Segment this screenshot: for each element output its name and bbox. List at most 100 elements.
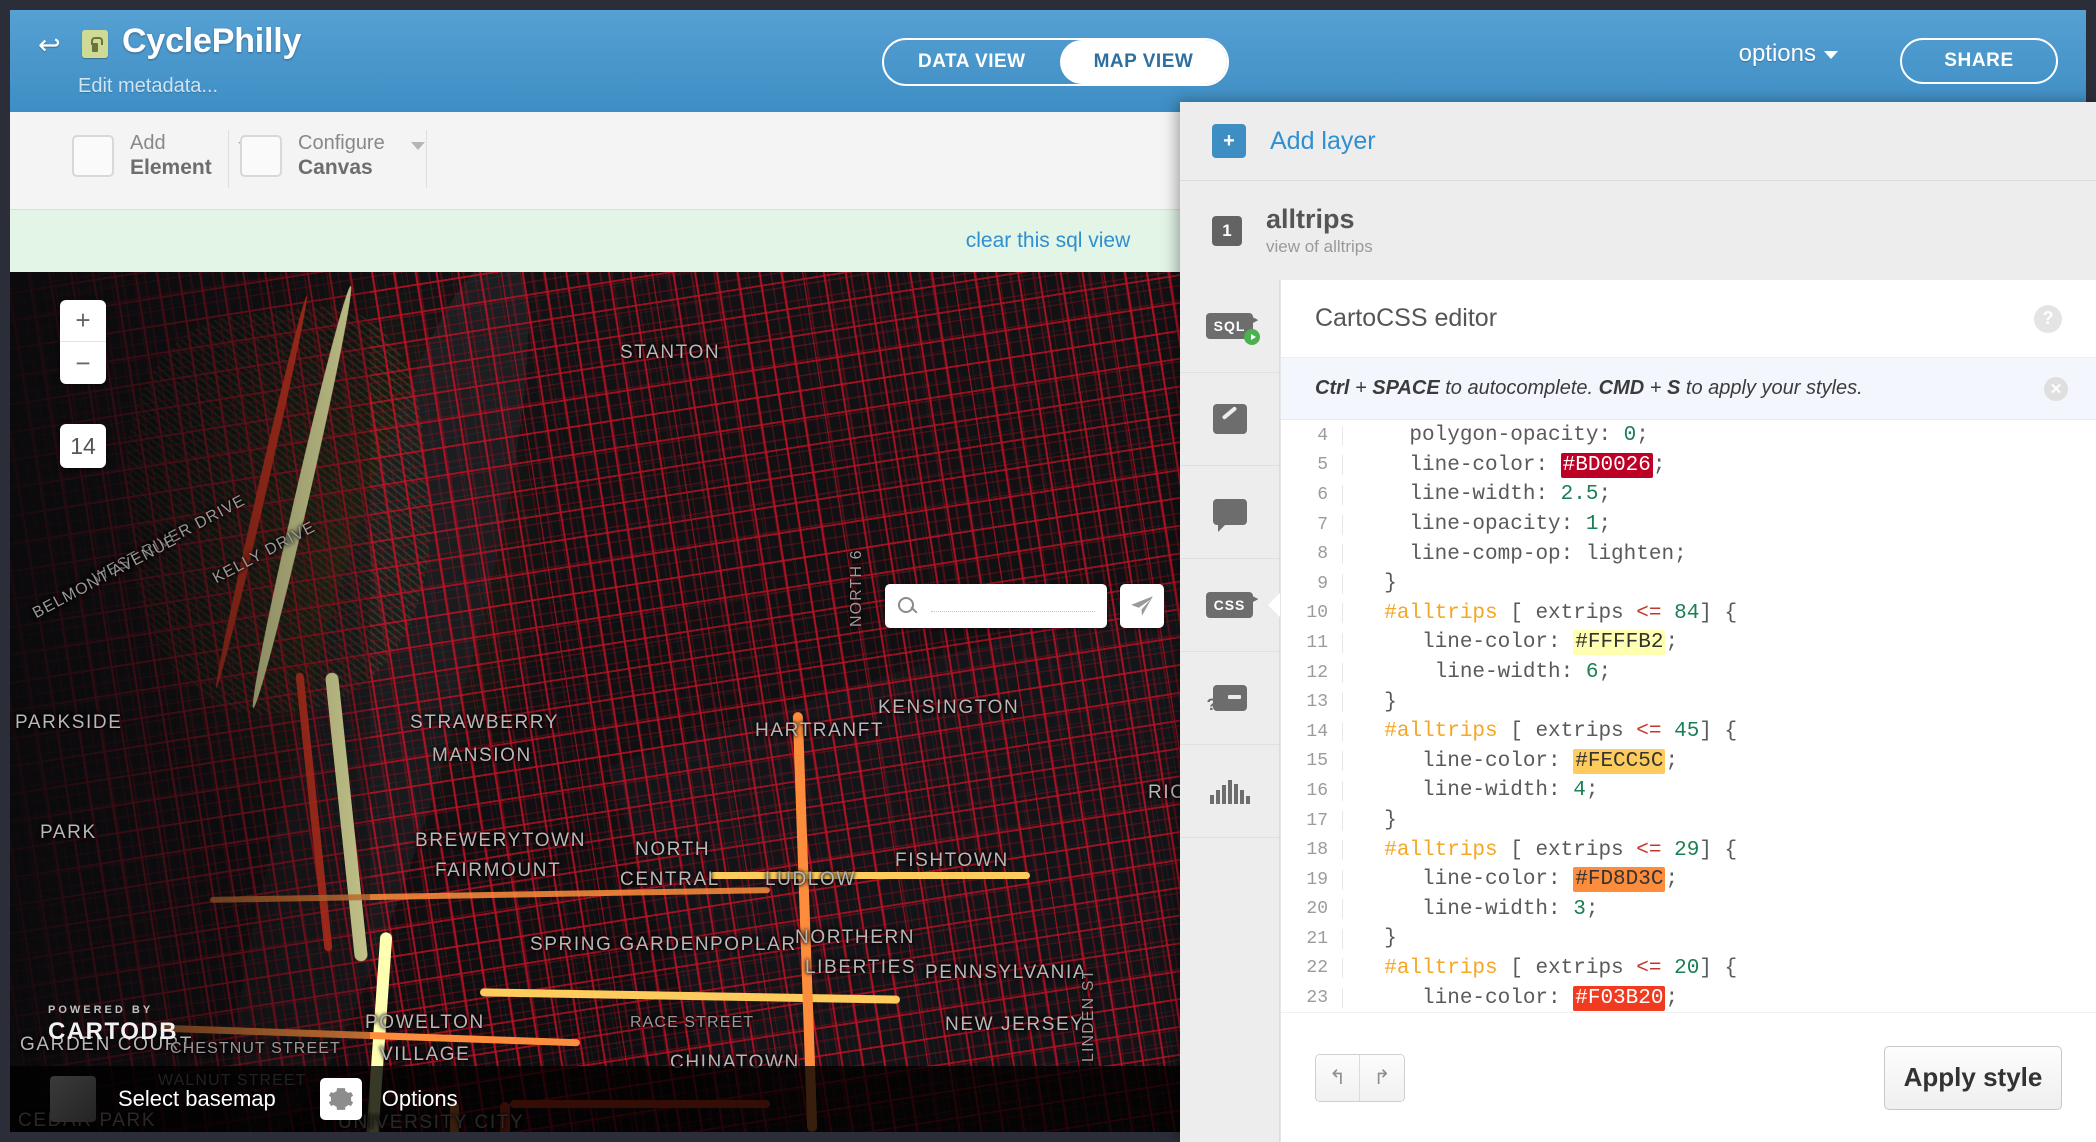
- cartocss-code-area[interactable]: 4 polygon-opacity: 0; 5 line-color: #BD00…: [1281, 421, 2096, 1012]
- page-title: CyclePhilly: [122, 22, 302, 60]
- sidebar-item-wizard[interactable]: [1180, 373, 1279, 466]
- code-line-content[interactable]: line-width: 4;: [1343, 779, 1598, 802]
- code-line-content[interactable]: line-color: #F03B20;: [1343, 985, 1679, 1011]
- code-line-number: 13: [1281, 692, 1343, 713]
- map-place-label: BREWERYTOWN: [415, 830, 587, 851]
- sidebar-item-css[interactable]: CSS: [1180, 559, 1280, 652]
- code-line[interactable]: 23 line-color: #F03B20;: [1281, 983, 2096, 1012]
- code-line[interactable]: 19 line-color: #FD8D3C;: [1281, 865, 2096, 895]
- code-line-content[interactable]: line-comp-op: lighten;: [1343, 543, 1686, 566]
- code-line-content[interactable]: #alltrips [ extrips <= 84] {: [1343, 602, 1737, 625]
- apply-style-button[interactable]: Apply style: [1884, 1045, 2062, 1110]
- code-token: line-width:: [1434, 661, 1586, 685]
- code-line-content[interactable]: line-width: 2.5;: [1343, 483, 1611, 506]
- code-line[interactable]: 15 line-color: #FECC5C;: [1281, 747, 2096, 777]
- code-line-content[interactable]: }: [1343, 809, 1397, 832]
- code-line[interactable]: 4 polygon-opacity: 0;: [1281, 421, 2096, 451]
- map-place-label: STRAWBERRY: [410, 712, 560, 733]
- code-line-content[interactable]: line-width: 6;: [1343, 661, 1611, 684]
- redo-arrow-icon[interactable]: ↱: [1360, 1054, 1404, 1101]
- add-element-control[interactable]: Add Element: [72, 132, 252, 180]
- clear-sql-view-link[interactable]: clear this sql view: [966, 229, 1131, 253]
- code-line[interactable]: 13 }: [1281, 687, 2096, 717]
- code-line[interactable]: 6 line-width: 2.5;: [1281, 480, 2096, 510]
- code-line-content[interactable]: line-color: #BD0026;: [1343, 452, 1665, 478]
- histogram-icon: [1209, 778, 1250, 804]
- code-token: [ extrips: [1497, 838, 1637, 862]
- add-layer-row[interactable]: + Add layer: [1180, 102, 2096, 180]
- select-basemap-button[interactable]: Select basemap: [118, 1086, 276, 1112]
- code-line[interactable]: 8 line-comp-op: lighten;: [1281, 539, 2096, 569]
- editor-header: CartoCSS editor ?: [1281, 280, 2096, 358]
- code-line-content[interactable]: polygon-opacity: 0;: [1343, 424, 1648, 447]
- sidebar-item-sql[interactable]: SQL: [1180, 280, 1279, 373]
- sidebar-item-infowindow[interactable]: ?: [1180, 652, 1279, 745]
- layer-item-alltrips[interactable]: 1 alltrips view of alltrips: [1180, 180, 2096, 280]
- code-line-content[interactable]: line-color: #FECC5C;: [1343, 748, 1678, 774]
- configure-canvas-control[interactable]: Configure Canvas: [240, 132, 425, 180]
- color-swatch-token: #BD0026: [1560, 452, 1653, 478]
- basemap-thumbnail[interactable]: [50, 1076, 96, 1122]
- sidebar-item-chart[interactable]: [1180, 745, 1279, 838]
- code-line-content[interactable]: line-opacity: 1;: [1343, 513, 1611, 536]
- tab-data-view[interactable]: DATA VIEW: [884, 40, 1060, 84]
- code-line[interactable]: 7 line-opacity: 1;: [1281, 510, 2096, 540]
- edit-metadata-link[interactable]: Edit metadata...: [78, 75, 218, 98]
- code-line[interactable]: 17 }: [1281, 806, 2096, 836]
- code-line-content[interactable]: line-color: #FFFFB2;: [1343, 630, 1678, 656]
- share-button[interactable]: SHARE: [1900, 38, 2058, 84]
- code-line[interactable]: 21 }: [1281, 924, 2096, 954]
- code-line-content[interactable]: #alltrips [ extrips <= 45] {: [1343, 720, 1737, 743]
- code-token: line-width:: [1422, 779, 1574, 803]
- cartocss-editor-panel: CartoCSS editor ? Ctrl + SPACE to autoco…: [1280, 280, 2096, 1142]
- zoom-control[interactable]: + −: [60, 300, 106, 384]
- options-menu[interactable]: options: [1739, 40, 1838, 68]
- undo-arrow-icon[interactable]: ↰: [1316, 1054, 1360, 1101]
- code-token: ;: [1665, 986, 1679, 1010]
- zoom-in-button[interactable]: +: [60, 300, 106, 342]
- code-line[interactable]: 18 #alltrips [ extrips <= 29] {: [1281, 835, 2096, 865]
- code-line-content[interactable]: }: [1343, 927, 1397, 950]
- code-line[interactable]: 16 line-width: 4;: [1281, 776, 2096, 806]
- code-line[interactable]: 5 line-color: #BD0026;: [1281, 451, 2096, 481]
- geolocate-button[interactable]: [1120, 584, 1164, 628]
- code-line-content[interactable]: }: [1343, 572, 1397, 595]
- code-line-content[interactable]: line-width: 3;: [1343, 898, 1598, 921]
- code-line[interactable]: 10 #alltrips [ extrips <= 84] {: [1281, 599, 2096, 629]
- code-line[interactable]: 12 line-width: 6;: [1281, 658, 2096, 688]
- map-place-label: LUDLOW: [765, 869, 856, 890]
- map-place-label: NORTHERN: [795, 927, 916, 948]
- question-mark-icon[interactable]: ?: [2034, 304, 2062, 333]
- code-line[interactable]: 11 line-color: #FFFFB2;: [1281, 628, 2096, 658]
- zoom-out-button[interactable]: −: [60, 342, 106, 384]
- code-line-content[interactable]: }: [1343, 691, 1397, 714]
- code-line-number: 14: [1281, 721, 1343, 742]
- map-options-label[interactable]: Options: [382, 1086, 458, 1112]
- code-line-content[interactable]: #alltrips [ extrips <= 20] {: [1343, 957, 1737, 980]
- close-icon[interactable]: ✕: [2044, 376, 2068, 401]
- code-line[interactable]: 20 line-width: 3;: [1281, 895, 2096, 925]
- map-place-label: HARTRANFT: [755, 720, 885, 741]
- code-token: #alltrips: [1384, 838, 1498, 862]
- unlocked-padlock-icon[interactable]: [82, 30, 108, 58]
- add-layer-label[interactable]: Add layer: [1270, 127, 1376, 156]
- search-input[interactable]: [931, 610, 1095, 612]
- code-token: <=: [1636, 601, 1662, 625]
- paintbrush-icon: [1212, 404, 1247, 434]
- code-line[interactable]: 14 #alltrips [ extrips <= 45] {: [1281, 717, 2096, 747]
- sidebar-item-legend[interactable]: [1180, 466, 1279, 559]
- map-search-box[interactable]: [885, 584, 1107, 628]
- code-line[interactable]: 9 }: [1281, 569, 2096, 599]
- code-line[interactable]: 22 #alltrips [ extrips <= 20] {: [1281, 954, 2096, 984]
- back-arrow-icon[interactable]: ↩: [38, 32, 68, 59]
- code-token: line-width:: [1422, 897, 1574, 921]
- tab-map-view[interactable]: MAP VIEW: [1059, 40, 1228, 84]
- code-line-content[interactable]: #alltrips [ extrips <= 29] {: [1343, 839, 1737, 862]
- code-token: line-width:: [1409, 483, 1561, 507]
- chevron-down-icon[interactable]: [410, 142, 425, 150]
- code-line-content[interactable]: line-color: #FD8D3C;: [1343, 867, 1678, 893]
- map-options-button[interactable]: [319, 1078, 362, 1120]
- code-line-number: 23: [1281, 988, 1343, 1009]
